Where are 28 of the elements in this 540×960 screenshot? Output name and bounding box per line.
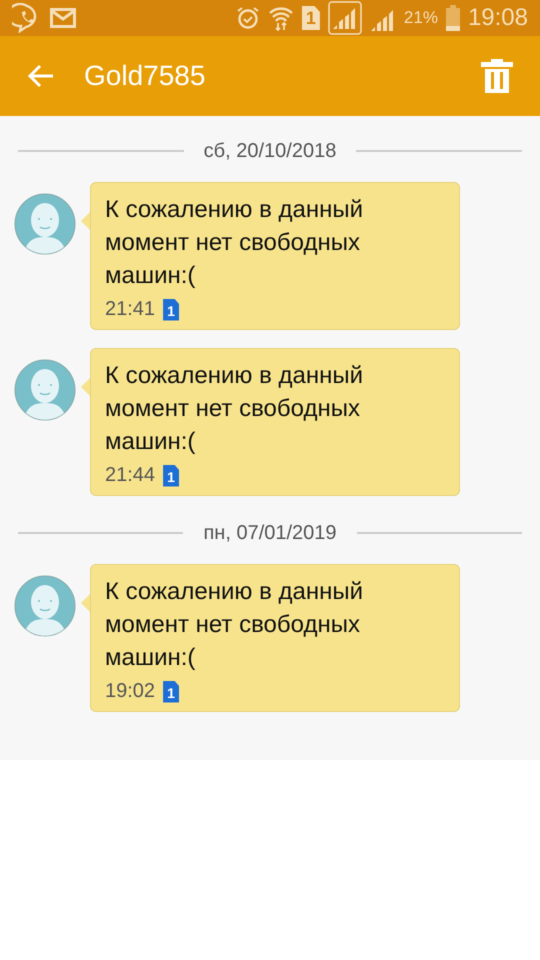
wifi-icon <box>268 5 294 31</box>
clock: 19:08 <box>468 4 528 32</box>
message-bubble[interactable]: К сожалению в данный момент нет свободных машин:( 21:41 1 <box>90 182 460 330</box>
sim-card-icon: 1 <box>163 680 180 702</box>
message-time: 21:44 <box>105 464 156 487</box>
mail-icon <box>50 8 76 28</box>
message-text: К сожалению в данный момент нет свободных машин:( <box>105 361 364 457</box>
contact-name: Gold7585 <box>84 60 206 92</box>
date-separator: пн, 07/01/2019 <box>203 522 337 544</box>
signal-icon <box>328 1 362 35</box>
delete-button[interactable] <box>480 59 514 93</box>
message-text: К сожалению в данный момент нет свободных машин:( <box>105 195 364 291</box>
alarm-icon <box>236 6 260 30</box>
back-button[interactable] <box>28 64 54 88</box>
sim-card-icon: 1 <box>163 298 180 320</box>
date-separator: сб, 20/10/2018 <box>204 140 336 162</box>
avatar-icon <box>14 575 76 637</box>
sim-card-icon: 1 <box>163 464 180 486</box>
battery-icon <box>446 5 460 31</box>
sim-card-icon: 1 <box>302 6 320 30</box>
message-time: 19:02 <box>105 680 156 703</box>
avatar-icon <box>14 193 76 255</box>
avatar-icon <box>14 359 76 421</box>
message-time: 21:41 <box>105 298 156 321</box>
message-text: К сожалению в данный момент нет свободных машин:( <box>105 577 364 673</box>
battery-level: 21% <box>404 8 438 28</box>
message-bubble[interactable]: К сожалению в данный момент нет свободных машин:( 19:02 1 <box>90 564 460 712</box>
message-bubble[interactable]: К сожалению в данный момент нет свободных машин:( 21:44 1 <box>90 348 460 496</box>
